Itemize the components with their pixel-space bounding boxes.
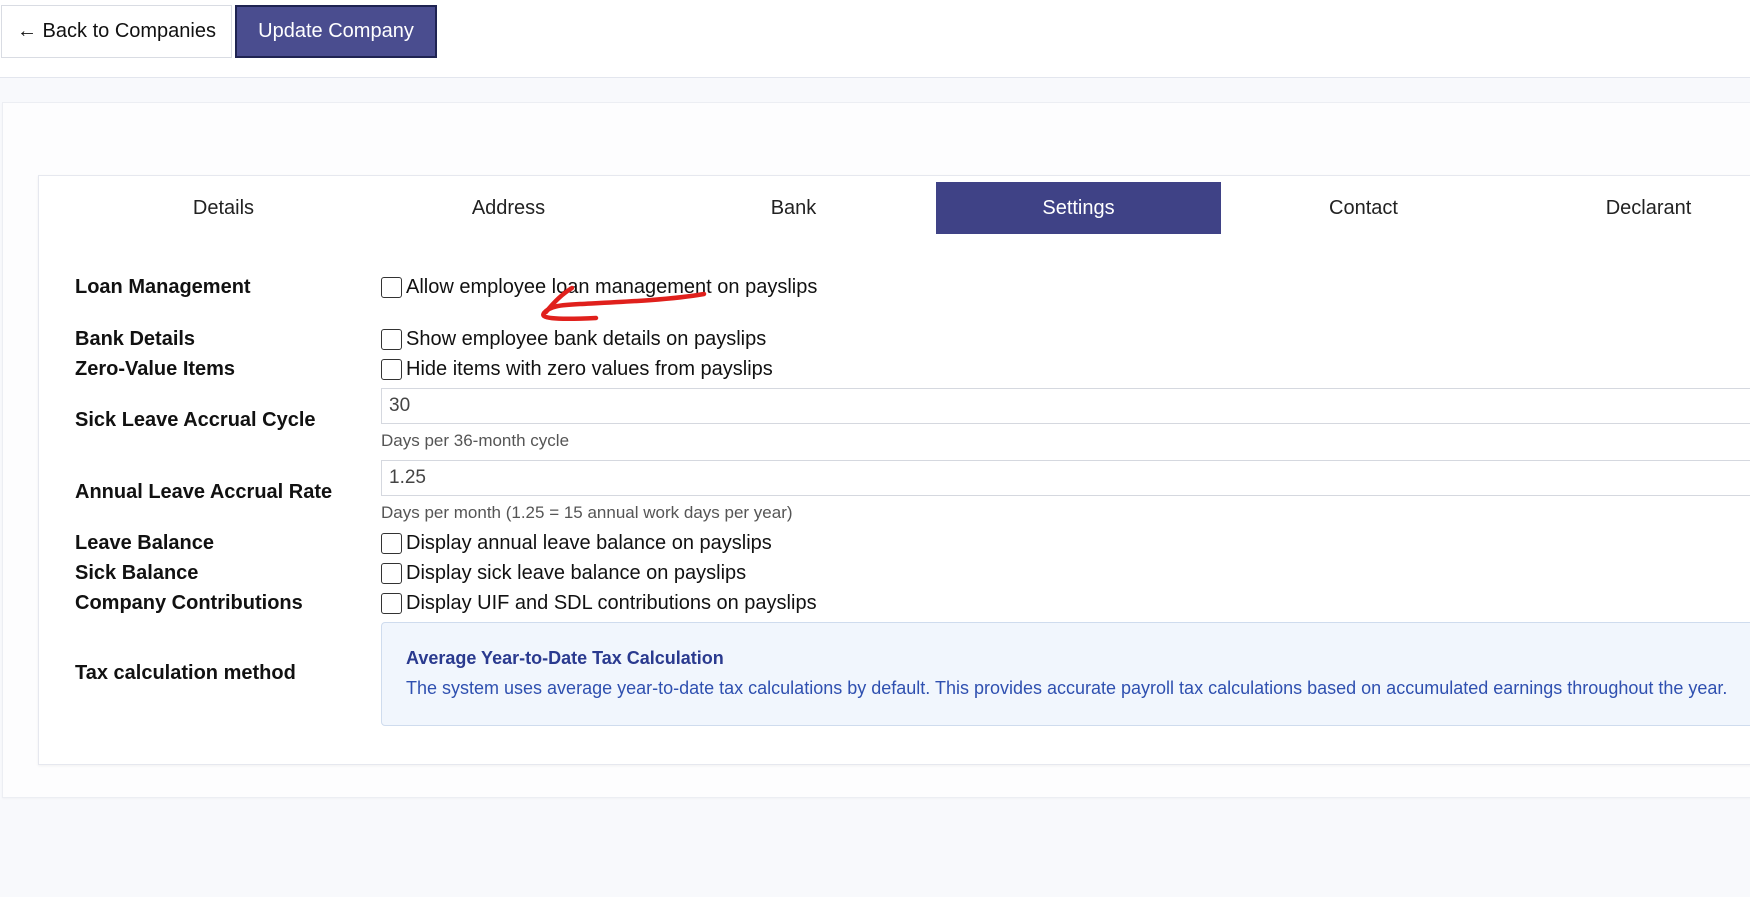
leave-balance-checkbox[interactable]	[381, 533, 402, 554]
company-contributions-text: Display UIF and SDL contributions on pay…	[406, 592, 817, 614]
tab-details[interactable]: Details	[81, 182, 366, 234]
company-contributions-label: Company Contributions	[75, 592, 303, 614]
sick-leave-accrual-cycle-input[interactable]: 30	[381, 388, 1750, 424]
tax-calculation-info-text: The system uses average year-to-date tax…	[406, 678, 1728, 698]
tab-bank-label: Bank	[770, 196, 817, 219]
leave-balance-row: Display annual leave balance on payslips	[381, 532, 772, 555]
bank-details-text: Show employee bank details on payslips	[406, 328, 767, 350]
tax-calculation-info-box: Average Year-to-Date Tax Calculation The…	[381, 622, 1750, 726]
tab-address[interactable]: Address	[366, 182, 651, 234]
loan-management-row: Allow employee loan management on paysli…	[381, 276, 817, 299]
bank-details-checkbox[interactable]	[381, 329, 402, 350]
leave-balance-label: Leave Balance	[75, 532, 214, 554]
top-toolbar: ← Back to Companies Update Company	[0, 0, 1750, 78]
annual-leave-accrual-rate-value: 1.25	[389, 467, 426, 488]
update-company-button[interactable]: Update Company	[235, 5, 437, 58]
annual-leave-accrual-rate-label: Annual Leave Accrual Rate	[75, 481, 333, 503]
loan-management-checkbox[interactable]	[381, 277, 402, 298]
zero-value-items-text: Hide items with zero values from payslip…	[406, 358, 773, 380]
tab-declarant[interactable]: Declarant	[1506, 182, 1750, 234]
tab-contact[interactable]: Contact	[1221, 182, 1506, 234]
loan-management-text: Allow employee loan management on paysli…	[406, 276, 818, 298]
tab-settings[interactable]: Settings	[936, 182, 1221, 234]
annual-leave-accrual-rate-input[interactable]: 1.25	[381, 460, 1750, 496]
tab-bank[interactable]: Bank	[651, 182, 936, 234]
company-contributions-checkbox[interactable]	[381, 593, 402, 614]
update-button-label: Update Company	[258, 20, 414, 42]
company-contributions-row: Display UIF and SDL contributions on pay…	[381, 592, 817, 615]
sick-leave-accrual-cycle-help: Days per 36-month cycle	[381, 431, 570, 450]
tab-settings-label: Settings	[1042, 196, 1115, 219]
bank-details-row: Show employee bank details on payslips	[381, 328, 766, 351]
zero-value-items-row: Hide items with zero values from payslip…	[381, 358, 773, 381]
back-button-label: ← Back to Companies	[17, 20, 216, 42]
tab-address-label: Address	[471, 196, 546, 219]
leave-balance-text: Display annual leave balance on payslips	[406, 532, 772, 554]
annual-leave-accrual-rate-help: Days per month (1.25 = 15 annual work da…	[381, 503, 793, 522]
sick-balance-row: Display sick leave balance on payslips	[381, 562, 746, 585]
bank-details-label: Bank Details	[75, 328, 196, 350]
zero-value-items-checkbox[interactable]	[381, 359, 402, 380]
tab-declarant-label: Declarant	[1605, 196, 1692, 219]
loan-management-label: Loan Management	[75, 276, 251, 298]
sick-leave-accrual-cycle-label: Sick Leave Accrual Cycle	[75, 409, 316, 431]
sick-balance-checkbox[interactable]	[381, 563, 402, 584]
tax-calculation-method-label: Tax calculation method	[75, 662, 296, 684]
sick-balance-text: Display sick leave balance on payslips	[406, 562, 747, 584]
sick-balance-label: Sick Balance	[75, 562, 199, 584]
zero-value-items-label: Zero-Value Items	[75, 358, 236, 380]
sick-leave-accrual-cycle-value: 30	[389, 395, 411, 416]
tab-details-label: Details	[192, 196, 255, 219]
tab-contact-label: Contact	[1329, 196, 1398, 219]
back-to-companies-button[interactable]: ← Back to Companies	[1, 5, 232, 58]
tax-calculation-info-title: Average Year-to-Date Tax Calculation	[406, 648, 724, 668]
